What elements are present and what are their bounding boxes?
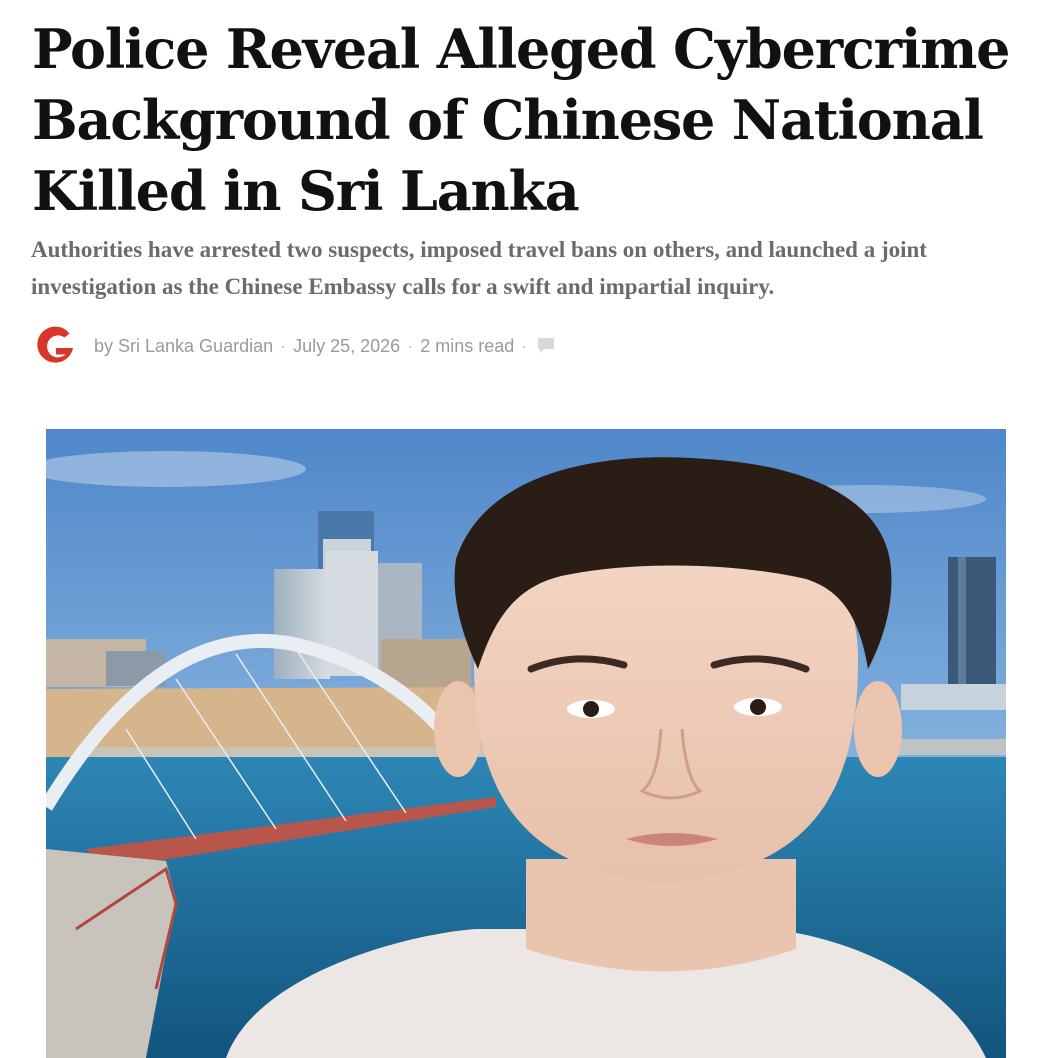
hero-photo-illustration (46, 429, 1006, 1058)
byline-separator: · (407, 335, 414, 356)
byline: by Sri Lanka Guardian · July 25, 2026 · … (33, 324, 556, 368)
g-logo-icon[interactable] (33, 324, 77, 368)
hero-image (46, 429, 1006, 1058)
read-time: 2 mins read (420, 335, 515, 356)
article-subheadline: Authorities have arrested two suspects, … (31, 237, 927, 299)
publish-date: July 25, 2026 (293, 335, 401, 356)
byline-separator: · (280, 335, 287, 356)
article: Police Reveal Alleged Cybercrime Backgro… (0, 0, 1050, 1058)
author-link[interactable]: by Sri Lanka Guardian (94, 336, 273, 357)
speech-bubble-icon[interactable] (536, 337, 556, 355)
byline-separator: · (521, 335, 528, 356)
article-headline: Police Reveal Alleged Cybercrime Backgro… (32, 17, 1011, 223)
